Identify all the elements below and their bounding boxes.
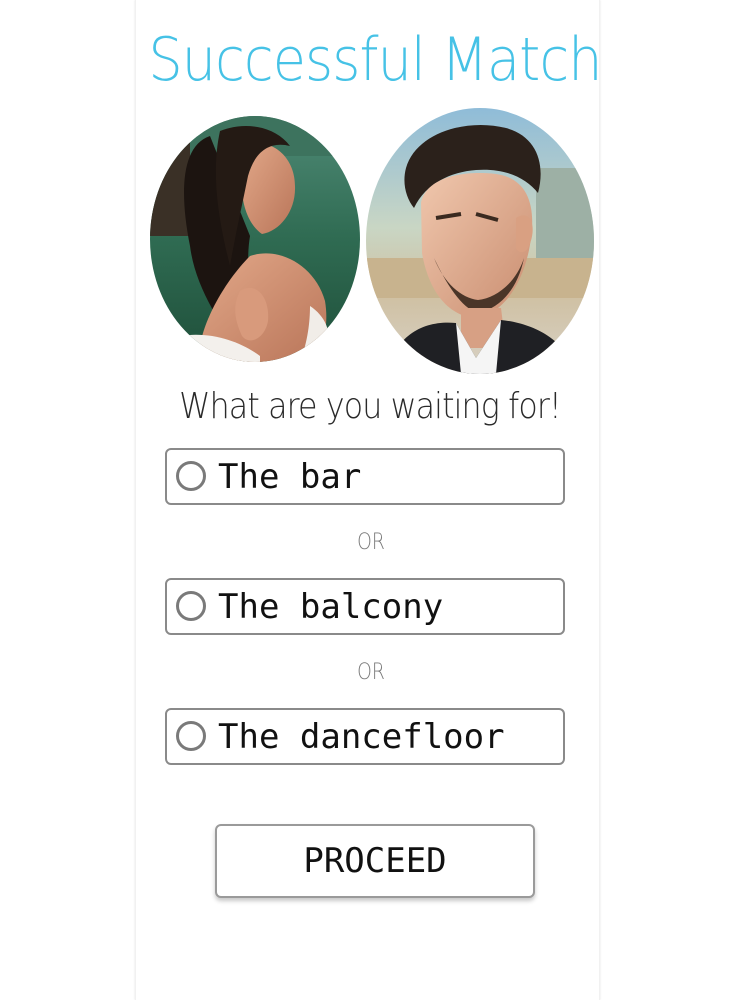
subtitle-prompt: What are you waiting for! — [179, 386, 562, 427]
option-the-dancefloor[interactable]: The dancefloor — [165, 708, 565, 765]
match-photo-left — [150, 116, 360, 362]
match-photo-right — [366, 108, 594, 374]
or-separator: OR — [357, 660, 385, 685]
or-separator: OR — [357, 530, 385, 555]
radio-button[interactable] — [176, 591, 206, 621]
radio-button[interactable] — [176, 461, 206, 491]
option-the-bar[interactable]: The bar — [165, 448, 565, 505]
page: Successful Match What are you waiting fo… — [0, 0, 750, 1000]
option-the-balcony[interactable]: The balcony — [165, 578, 565, 635]
option-label: The bar — [218, 457, 362, 497]
woman-profile-photo-image — [150, 116, 360, 362]
radio-button[interactable] — [176, 721, 206, 751]
man-profile-photo-image — [366, 108, 594, 374]
proceed-button[interactable]: PROCEED — [215, 824, 535, 898]
option-label: The balcony — [218, 587, 444, 627]
option-label: The dancefloor — [218, 717, 505, 757]
page-title: Successful Match — [148, 25, 602, 95]
